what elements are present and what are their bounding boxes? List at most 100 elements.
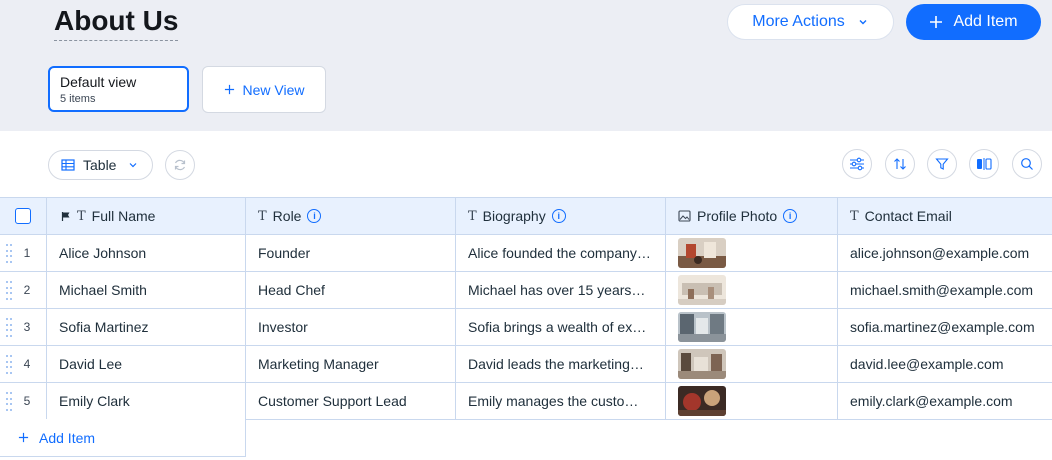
drag-handle-icon[interactable] bbox=[6, 392, 12, 412]
column-header-role[interactable]: T Role i bbox=[246, 198, 456, 234]
info-icon[interactable]: i bbox=[783, 209, 798, 223]
role-cell[interactable]: Founder bbox=[246, 235, 456, 271]
view-title: Default view bbox=[60, 74, 137, 90]
profile-photo-cell[interactable] bbox=[666, 235, 838, 271]
text-type-icon: T bbox=[468, 208, 477, 224]
sort-button[interactable] bbox=[885, 149, 915, 179]
chevron-down-icon bbox=[859, 20, 867, 25]
columns-icon bbox=[977, 158, 992, 170]
more-actions-button[interactable]: More Actions bbox=[727, 4, 894, 40]
add-item-button[interactable]: Add Item bbox=[906, 4, 1041, 40]
column-header-biography[interactable]: T Biography i bbox=[456, 198, 666, 234]
text-type-icon: T bbox=[77, 208, 86, 224]
filter-button[interactable] bbox=[927, 149, 957, 179]
contact-email-cell[interactable]: emily.clark@example.com bbox=[838, 383, 1052, 419]
text-type-icon: T bbox=[850, 208, 859, 224]
table-row[interactable]: 2 Michael Smith Head Chef Michael has ov… bbox=[0, 272, 1052, 309]
table-row[interactable]: 5 Emily Clark Customer Support Lead Emil… bbox=[0, 383, 1052, 420]
column-header-contact-email[interactable]: T Contact Email bbox=[838, 198, 1052, 234]
profile-photo-thumbnail[interactable] bbox=[678, 312, 726, 342]
table-panel: Table T Full Name T Role i T Biography i… bbox=[0, 131, 1052, 460]
row-handle-cell[interactable]: 3 bbox=[0, 309, 47, 345]
default-view-card[interactable]: Default view 5 items bbox=[48, 66, 189, 112]
biography-text: Alice founded the company bbox=[468, 245, 637, 261]
select-all-checkbox[interactable] bbox=[15, 208, 31, 224]
row-number: 3 bbox=[23, 320, 31, 334]
profile-photo-thumbnail[interactable] bbox=[678, 349, 726, 379]
plus-icon bbox=[930, 16, 943, 28]
row-number: 5 bbox=[23, 394, 31, 408]
table-row[interactable]: 3 Sofia Martinez Investor Sofia brings a… bbox=[0, 309, 1052, 346]
profile-photo-thumbnail[interactable] bbox=[678, 275, 726, 305]
select-all-cell bbox=[0, 198, 47, 234]
role-cell[interactable]: Marketing Manager bbox=[246, 346, 456, 382]
sort-icon bbox=[894, 158, 906, 170]
row-handle-cell[interactable]: 4 bbox=[0, 346, 47, 382]
drag-handle-icon[interactable] bbox=[6, 281, 12, 301]
row-handle-cell[interactable]: 2 bbox=[0, 272, 47, 308]
row-number: 1 bbox=[23, 246, 31, 260]
search-button[interactable] bbox=[1012, 149, 1042, 179]
new-view-label: New View bbox=[242, 81, 305, 98]
add-item-label: Add Item bbox=[953, 13, 1018, 30]
table-row[interactable]: 1 Alice Johnson Founder Alice founded th… bbox=[0, 235, 1052, 272]
column-label: Contact Email bbox=[864, 208, 952, 224]
filter-icon bbox=[935, 158, 949, 170]
view-item-count: 5 items bbox=[60, 93, 96, 105]
biography-cell[interactable]: Sofia brings a wealth of ex… bbox=[456, 309, 666, 345]
column-header-full-name[interactable]: T Full Name bbox=[47, 198, 246, 234]
biography-text: Sofia brings a wealth of ex bbox=[468, 319, 633, 335]
table-row[interactable]: 4 David Lee Marketing Manager David lead… bbox=[0, 346, 1052, 383]
contact-email-cell[interactable]: david.lee@example.com bbox=[838, 346, 1052, 382]
biography-cell[interactable]: David leads the marketing… bbox=[456, 346, 666, 382]
column-label: Biography bbox=[482, 208, 546, 224]
search-icon bbox=[1021, 158, 1033, 170]
column-label: Profile Photo bbox=[697, 208, 778, 224]
settings-button[interactable] bbox=[842, 149, 872, 179]
column-header-profile-photo[interactable]: Profile Photo i bbox=[666, 198, 838, 234]
row-number: 2 bbox=[23, 283, 31, 297]
role-cell[interactable]: Customer Support Lead bbox=[246, 383, 456, 419]
drag-handle-icon[interactable] bbox=[6, 244, 12, 264]
contact-email-cell[interactable]: sofia.martinez@example.com bbox=[838, 309, 1052, 345]
refresh-icon bbox=[174, 159, 186, 171]
contact-email-cell[interactable]: alice.johnson@example.com bbox=[838, 235, 1052, 271]
sliders-icon bbox=[850, 157, 864, 171]
table-header-row: T Full Name T Role i T Biography i Profi… bbox=[0, 197, 1052, 235]
profile-photo-cell[interactable] bbox=[666, 346, 838, 382]
columns-button[interactable] bbox=[969, 149, 999, 179]
table-icon bbox=[61, 159, 75, 171]
plus-icon bbox=[224, 84, 234, 95]
profile-photo-cell[interactable] bbox=[666, 272, 838, 308]
profile-photo-cell[interactable] bbox=[666, 309, 838, 345]
layout-select-label: Table bbox=[83, 157, 117, 173]
profile-photo-cell[interactable] bbox=[666, 383, 838, 419]
profile-photo-thumbnail[interactable] bbox=[678, 386, 726, 416]
biography-cell[interactable]: Emily manages the custo… bbox=[456, 383, 666, 419]
layout-select[interactable]: Table bbox=[48, 150, 153, 180]
contact-email-cell[interactable]: michael.smith@example.com bbox=[838, 272, 1052, 308]
drag-handle-icon[interactable] bbox=[6, 318, 12, 338]
row-handle-cell[interactable]: 1 bbox=[0, 235, 47, 271]
biography-cell[interactable]: Alice founded the company… bbox=[456, 235, 666, 271]
biography-cell[interactable]: Michael has over 15 years… bbox=[456, 272, 666, 308]
row-number: 4 bbox=[23, 357, 31, 371]
role-cell[interactable]: Head Chef bbox=[246, 272, 456, 308]
row-handle-cell[interactable]: 5 bbox=[0, 383, 47, 419]
full-name-cell[interactable]: David Lee bbox=[47, 346, 246, 382]
full-name-cell[interactable]: Alice Johnson bbox=[47, 235, 246, 271]
refresh-button[interactable] bbox=[165, 150, 195, 180]
role-cell[interactable]: Investor bbox=[246, 309, 456, 345]
image-type-icon bbox=[678, 210, 691, 222]
info-icon[interactable]: i bbox=[307, 209, 322, 223]
info-icon[interactable]: i bbox=[551, 209, 566, 223]
chevron-down-icon bbox=[130, 163, 137, 168]
drag-handle-icon[interactable] bbox=[6, 355, 12, 375]
profile-photo-thumbnail[interactable] bbox=[678, 238, 726, 268]
data-table: T Full Name T Role i T Biography i Profi… bbox=[0, 197, 1052, 420]
full-name-cell[interactable]: Emily Clark bbox=[47, 383, 246, 419]
add-item-row-button[interactable]: Add Item bbox=[0, 419, 246, 457]
full-name-cell[interactable]: Michael Smith bbox=[47, 272, 246, 308]
full-name-cell[interactable]: Sofia Martinez bbox=[47, 309, 246, 345]
new-view-button[interactable]: New View bbox=[202, 66, 326, 113]
